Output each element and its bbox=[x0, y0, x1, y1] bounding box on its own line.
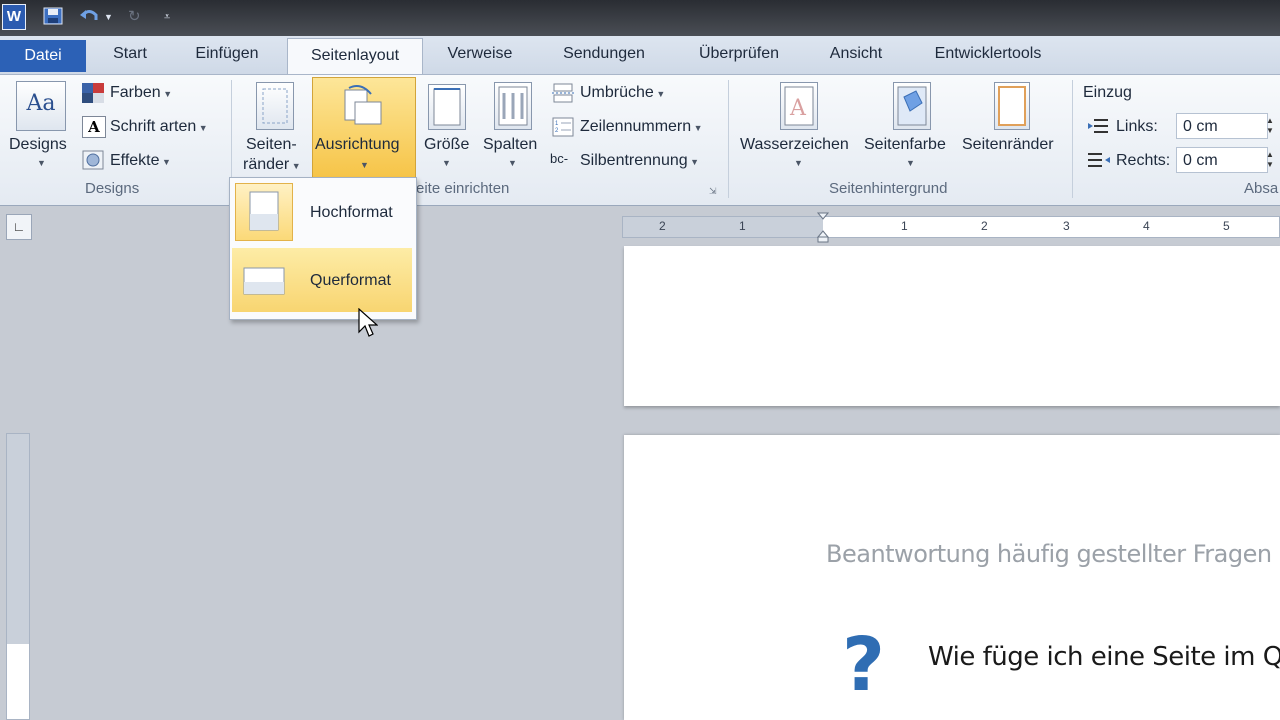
ausrichtung-dropdown: Hochformat Querformat bbox=[229, 177, 417, 320]
seitenraender-rahmen-icon[interactable] bbox=[994, 82, 1030, 130]
links-label: Links: bbox=[1116, 118, 1158, 135]
silbentrennung-icon: bc- bbox=[550, 151, 569, 166]
tab-sendungen[interactable]: Sendungen bbox=[544, 40, 664, 68]
hochformat-option[interactable]: Hochformat bbox=[232, 180, 412, 244]
ruler-tick: 3 bbox=[1063, 219, 1070, 233]
tab-seitenlayout[interactable]: Seitenlayout bbox=[287, 38, 423, 75]
seitenraender-button[interactable]: Seiten- bbox=[246, 136, 297, 154]
tab-entwicklertools[interactable]: Entwicklertools bbox=[916, 40, 1060, 68]
group-separator bbox=[1072, 80, 1073, 198]
spin-arrows-icon[interactable]: ▲ ▼ bbox=[1266, 150, 1274, 170]
designs-icon[interactable]: Aa bbox=[16, 81, 66, 131]
indent-marker-icon[interactable] bbox=[816, 211, 830, 243]
zeilennummern-icon: 12 bbox=[552, 117, 574, 137]
indent-right-input[interactable]: 0 cm bbox=[1176, 147, 1268, 173]
ruler-tick: 2 bbox=[659, 219, 666, 233]
ruler-tick: 1 bbox=[901, 219, 908, 233]
redo-icon: ↻ bbox=[128, 8, 141, 25]
umbrueche-icon bbox=[552, 83, 574, 103]
document-subtitle: Beantwortung häufig gestellter Fragen I bbox=[826, 540, 1280, 568]
tab-ueberpruefen[interactable]: Überprüfen bbox=[680, 40, 798, 68]
horizontal-ruler[interactable]: 2 1 1 2 3 4 5 bbox=[622, 212, 1280, 243]
customize-quick-access-icon[interactable]: ⩡ bbox=[164, 6, 170, 28]
schriftarten-icon: A bbox=[82, 116, 106, 138]
group-label-seitenhintergrund: Seitenhintergrund bbox=[829, 180, 948, 197]
seitenraender-rahmen-button[interactable]: Seitenränder bbox=[962, 136, 1054, 154]
chevron-down-icon: ▼ bbox=[442, 158, 451, 168]
ruler-margin-area bbox=[7, 434, 29, 644]
chevron-down-icon: ▼ bbox=[906, 158, 915, 168]
ruler-margin-area bbox=[623, 217, 823, 237]
effekte-icon bbox=[82, 150, 104, 170]
question-mark-icon: ? bbox=[842, 622, 885, 708]
wasserzeichen-icon[interactable]: A bbox=[780, 82, 818, 130]
effekte-button[interactable]: Effekte ▼ bbox=[110, 152, 171, 170]
tab-verweise[interactable]: Verweise bbox=[434, 40, 526, 68]
spalten-icon[interactable] bbox=[494, 82, 532, 130]
seitenraender-button-line2[interactable]: ränder ▼ bbox=[243, 156, 301, 174]
indent-left-input[interactable]: 0 cm bbox=[1176, 113, 1268, 139]
querformat-icon bbox=[236, 254, 292, 306]
ruler-tick: 2 bbox=[981, 219, 988, 233]
word-app-icon[interactable]: W bbox=[2, 4, 26, 30]
schriftarten-button[interactable]: Schrift arten ▼ bbox=[110, 118, 208, 136]
ausrichtung-label: Ausrichtung bbox=[315, 136, 400, 153]
ruler-tick: 5 bbox=[1223, 219, 1230, 233]
undo-icon[interactable] bbox=[78, 6, 100, 28]
tab-start[interactable]: Start bbox=[96, 40, 164, 68]
seitenfarbe-button[interactable]: Seitenfarbe bbox=[864, 136, 946, 154]
ruler-tick: 4 bbox=[1143, 219, 1150, 233]
indent-left-icon bbox=[1088, 117, 1110, 137]
ruler-tick: 1 bbox=[739, 219, 746, 233]
umbrueche-button[interactable]: Umbrüche ▼ bbox=[580, 84, 665, 102]
document-question-heading: Wie füge ich eine Seite im Q bbox=[928, 642, 1280, 672]
mouse-cursor-icon bbox=[358, 307, 379, 340]
einzug-label: Einzug bbox=[1083, 84, 1132, 101]
dialog-launcher-icon[interactable]: ⇲ bbox=[709, 186, 717, 197]
hochformat-label: Hochformat bbox=[310, 204, 393, 221]
svg-text:A: A bbox=[789, 96, 807, 121]
farben-icon bbox=[82, 83, 104, 103]
group-separator bbox=[728, 80, 729, 198]
hochformat-icon bbox=[235, 183, 293, 241]
chevron-down-icon: ▼ bbox=[794, 158, 803, 168]
group-label-absatz: Absa bbox=[1244, 180, 1279, 197]
indent-right-icon bbox=[1088, 151, 1110, 171]
vertical-ruler[interactable] bbox=[6, 433, 30, 720]
zeilennummern-button[interactable]: Zeilennummern ▼ bbox=[580, 118, 703, 136]
tab-ansicht[interactable]: Ansicht bbox=[816, 40, 896, 68]
groesse-icon[interactable] bbox=[428, 84, 466, 130]
undo-dropdown-icon[interactable]: ▼ bbox=[104, 6, 113, 28]
spin-arrows-icon[interactable]: ▲ ▼ bbox=[1266, 116, 1274, 136]
seitenraender-icon[interactable] bbox=[256, 82, 294, 130]
chevron-down-icon: ▼ bbox=[508, 158, 517, 168]
chevron-down-icon: ▼ bbox=[37, 158, 46, 168]
ausrichtung-icon bbox=[341, 84, 385, 132]
seitenfarbe-icon[interactable] bbox=[893, 82, 931, 130]
save-icon[interactable] bbox=[42, 6, 64, 28]
rechts-label: Rechts: bbox=[1116, 152, 1171, 169]
spalten-button[interactable]: Spalten bbox=[483, 136, 537, 154]
wasserzeichen-button[interactable]: Wasserzeichen bbox=[740, 136, 849, 154]
tab-einfuegen[interactable]: Einfügen bbox=[178, 40, 276, 68]
document-page[interactable] bbox=[624, 246, 1280, 406]
ausrichtung-button[interactable]: Ausrichtung ▼ bbox=[312, 77, 416, 179]
chevron-down-icon: ▼ bbox=[360, 160, 369, 170]
document-page[interactable] bbox=[624, 435, 1280, 720]
group-label-seite-einrichten: eite einrichten bbox=[416, 180, 510, 197]
group-label-designs: Designs bbox=[85, 180, 140, 197]
title-bar: W ▼ ↻ ⩡ bbox=[0, 0, 1280, 36]
tab-datei[interactable]: Datei bbox=[0, 40, 86, 72]
farben-button[interactable]: Farben ▼ bbox=[110, 84, 172, 102]
designs-button[interactable]: Designs bbox=[9, 136, 67, 154]
silbentrennung-button[interactable]: Silbentrennung ▼ bbox=[580, 152, 699, 170]
tab-stop-selector-icon[interactable]: ∟ bbox=[6, 214, 32, 240]
querformat-label: Querformat bbox=[310, 272, 391, 289]
groesse-button[interactable]: Größe bbox=[424, 136, 469, 154]
querformat-option[interactable]: Querformat bbox=[232, 248, 412, 312]
